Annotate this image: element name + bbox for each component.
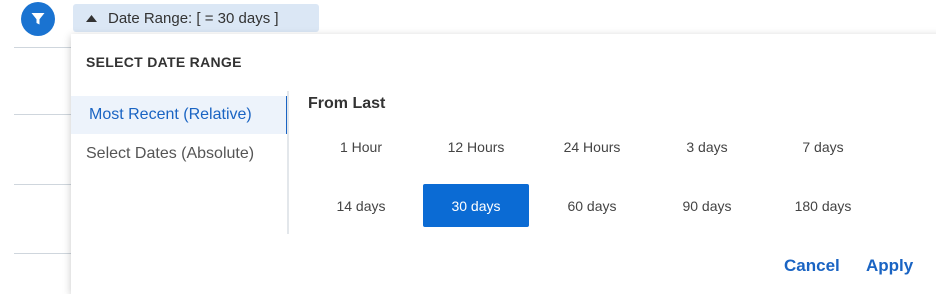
option-3-days[interactable]: 3 days <box>654 125 760 168</box>
option-7-days[interactable]: 7 days <box>770 125 876 168</box>
tab-select-dates-absolute[interactable]: Select Dates (Absolute) <box>71 135 286 173</box>
date-range-chip[interactable]: Date Range: [ = 30 days ] <box>73 4 319 32</box>
option-14-days[interactable]: 14 days <box>308 184 414 227</box>
cancel-button[interactable]: Cancel <box>784 256 840 276</box>
tab-most-recent-relative[interactable]: Most Recent (Relative) <box>71 96 289 134</box>
filter-button[interactable] <box>21 2 55 36</box>
date-range-chip-label: Date Range: [ = 30 days ] <box>108 9 279 27</box>
date-range-popover: SELECT DATE RANGE Most Recent (Relative)… <box>71 34 936 294</box>
apply-button[interactable]: Apply <box>866 256 913 276</box>
option-30-days-selected[interactable]: 30 days <box>423 184 529 227</box>
caret-up-icon <box>86 14 97 22</box>
filter-icon <box>31 13 45 25</box>
background-divider <box>14 253 72 254</box>
option-180-days[interactable]: 180 days <box>770 184 876 227</box>
background-divider <box>14 47 72 48</box>
option-24-hours[interactable]: 24 Hours <box>539 125 645 168</box>
option-1-hour[interactable]: 1 Hour <box>308 125 414 168</box>
background-divider <box>14 184 72 185</box>
option-12-hours[interactable]: 12 Hours <box>423 125 529 168</box>
option-90-days[interactable]: 90 days <box>654 184 760 227</box>
from-last-heading: From Last <box>308 95 386 112</box>
option-60-days[interactable]: 60 days <box>539 184 645 227</box>
popover-title: SELECT DATE RANGE <box>86 54 242 70</box>
background-divider <box>14 114 72 115</box>
tab-divider <box>287 91 289 234</box>
